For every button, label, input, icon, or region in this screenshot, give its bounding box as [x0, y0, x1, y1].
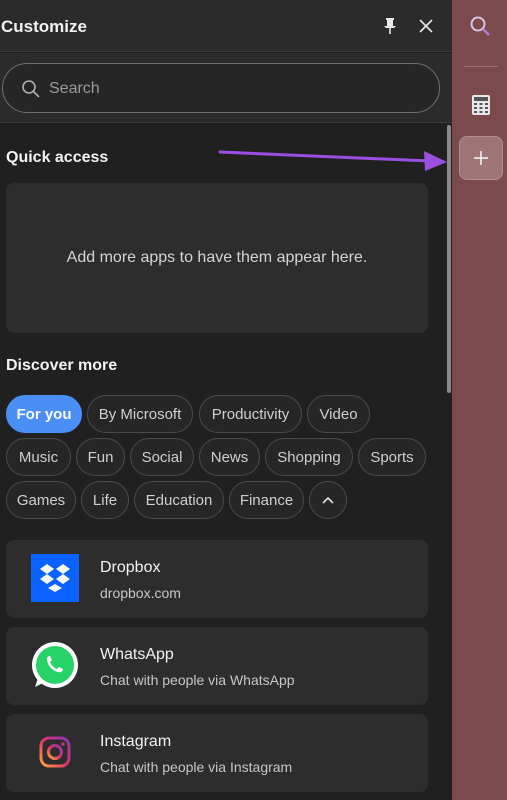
search-area [0, 53, 452, 123]
instagram-icon [39, 736, 71, 768]
discover-more-title: Discover more [6, 357, 118, 374]
chip-games[interactable]: Games [6, 481, 76, 519]
add-app-button[interactable] [459, 136, 503, 180]
chip-sports[interactable]: Sports [358, 438, 426, 476]
chip-finance[interactable]: Finance [229, 481, 304, 519]
panel-title: Customize [1, 17, 87, 36]
whatsapp-icon [32, 642, 78, 688]
chip-music[interactable]: Music [6, 438, 71, 476]
chip-news[interactable]: News [199, 438, 260, 476]
app-card-whatsapp[interactable]: WhatsApp Chat with people via WhatsApp [6, 627, 428, 705]
quick-access-box: Add more apps to have them appear here. [6, 183, 428, 333]
pin-icon [384, 18, 396, 34]
chip-video[interactable]: Video [307, 395, 370, 433]
close-icon [419, 19, 433, 33]
chip-education[interactable]: Education [134, 481, 224, 519]
chip-for-you[interactable]: For you [6, 395, 82, 433]
panel-header: Customize [0, 0, 452, 52]
app-name: Dropbox [100, 559, 161, 576]
sidebar-strip [452, 0, 507, 800]
app-name: WhatsApp [100, 646, 174, 663]
customize-panel: Customize Quick access Ad [0, 0, 452, 800]
chip-shopping[interactable]: Shopping [265, 438, 353, 476]
app-description: Chat with people via WhatsApp [100, 672, 295, 688]
collapse-chips-button[interactable] [309, 481, 347, 519]
app-description: dropbox.com [100, 585, 181, 601]
search-icon [22, 80, 40, 98]
sidebar-divider [464, 66, 498, 67]
quick-access-empty-message: Add more apps to have them appear here. [66, 249, 368, 266]
chip-social[interactable]: Social [130, 438, 194, 476]
app-card-instagram[interactable]: Instagram Chat with people via Instagram [6, 714, 428, 792]
app-card-dropbox[interactable]: Dropbox dropbox.com [6, 540, 428, 618]
chip-fun[interactable]: Fun [76, 438, 125, 476]
chevron-up-icon [322, 496, 334, 504]
search-input[interactable] [49, 76, 419, 102]
search-box[interactable] [2, 63, 440, 113]
app-description: Chat with people via Instagram [100, 759, 293, 775]
pin-button[interactable] [378, 14, 402, 38]
chip-by-microsoft[interactable]: By Microsoft [87, 395, 193, 433]
search-icon[interactable] [468, 14, 492, 38]
chip-life[interactable]: Life [81, 481, 129, 519]
quick-access-title: Quick access [6, 149, 109, 166]
close-button[interactable] [414, 14, 438, 38]
add-icon [474, 151, 488, 165]
app-name: Instagram [100, 733, 172, 750]
dropbox-icon [31, 554, 79, 602]
calculator-icon[interactable] [470, 94, 492, 116]
panel-scrollbar[interactable] [447, 125, 451, 393]
chip-productivity[interactable]: Productivity [199, 395, 302, 433]
